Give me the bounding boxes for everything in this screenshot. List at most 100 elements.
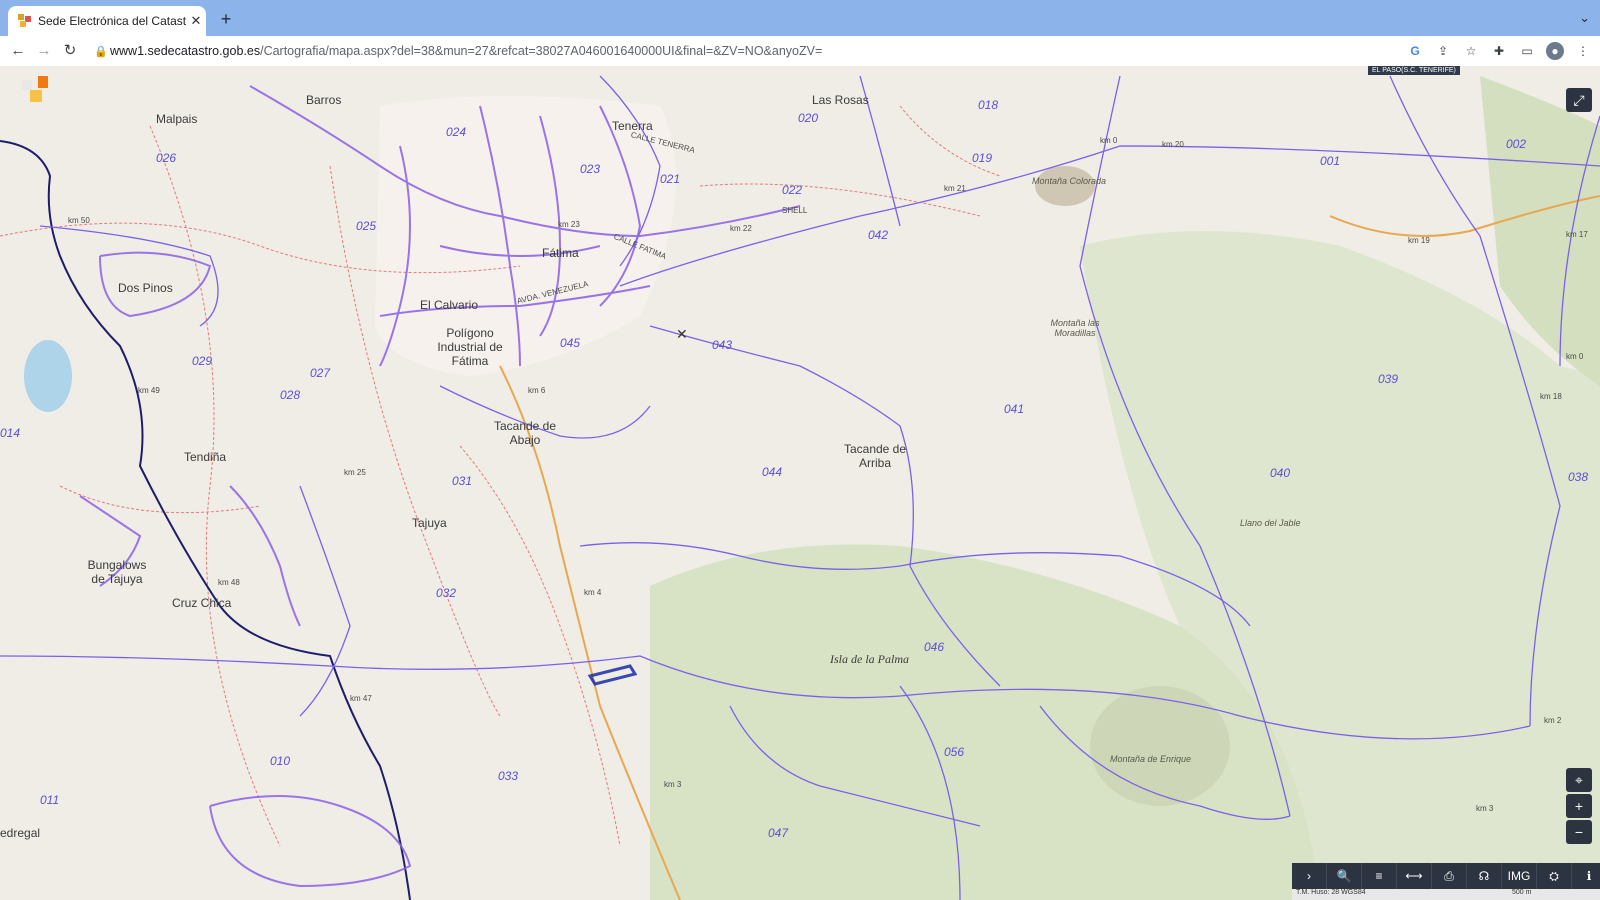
km-mark: km 25 bbox=[344, 468, 366, 477]
google-icon[interactable]: G bbox=[1406, 42, 1424, 60]
municipality-banner: EL PASO(S.C. TENERIFE) bbox=[1368, 66, 1460, 75]
place-name: Dos Pinos bbox=[118, 281, 173, 295]
km-mark: km 50 bbox=[68, 216, 90, 225]
parcel-number[interactable]: 025 bbox=[356, 219, 376, 233]
parcel-number[interactable]: 022 bbox=[782, 183, 802, 197]
layers-button[interactable]: ≡ bbox=[1362, 863, 1397, 889]
parcel-number[interactable]: 014 bbox=[0, 426, 20, 440]
projection-text: T.M. Huso: 28 WGS84 bbox=[1296, 889, 1366, 896]
place-name: Barros bbox=[306, 93, 342, 107]
info-button[interactable]: ℹ bbox=[1572, 863, 1600, 889]
extensions-puzzle-icon[interactable]: ✚ bbox=[1490, 42, 1508, 60]
parcel-number[interactable]: 044 bbox=[762, 465, 782, 479]
parcel-number[interactable]: 020 bbox=[798, 111, 818, 125]
expand-tools-button[interactable]: › bbox=[1292, 863, 1327, 889]
km-mark: km 3 bbox=[664, 780, 682, 789]
km-mark: km 0 bbox=[1100, 136, 1118, 145]
url-path: /Cartografia/mapa.aspx?del=38&mun=27&ref… bbox=[260, 44, 823, 58]
parcel-number[interactable]: 029 bbox=[192, 354, 212, 368]
parcel-number[interactable]: 023 bbox=[580, 162, 600, 176]
terrain-name: Montaña Colorada bbox=[1032, 176, 1107, 186]
parcel-number[interactable]: 028 bbox=[280, 388, 300, 402]
place-name: Tajuya bbox=[412, 516, 447, 530]
locate-button[interactable]: ⌖ bbox=[1566, 768, 1592, 792]
zoom-in-button[interactable]: + bbox=[1566, 794, 1592, 818]
place-name: Tacande de Arriba bbox=[843, 442, 907, 470]
parcel-number[interactable]: 040 bbox=[1270, 466, 1290, 480]
tab-title: Sede Electrónica del Catastro bbox=[38, 14, 186, 28]
parcel-number[interactable]: 045 bbox=[560, 336, 580, 350]
parcel-number[interactable]: 010 bbox=[270, 754, 290, 768]
place-name: Tacande de Abajo bbox=[493, 419, 557, 447]
parcel-number[interactable]: 042 bbox=[868, 228, 888, 242]
new-tab-button[interactable]: + bbox=[215, 8, 237, 30]
scale-text: 500 m bbox=[1512, 889, 1532, 896]
km-mark: km 20 bbox=[1162, 140, 1184, 149]
km-mark: km 6 bbox=[528, 386, 546, 395]
address-bar[interactable]: 🔒 www1.sedecatastro.gob.es/Cartografia/m… bbox=[92, 39, 1152, 63]
reload-button[interactable]: ↻ bbox=[60, 41, 80, 61]
parcel-number[interactable]: 019 bbox=[972, 151, 992, 165]
parcel-number[interactable]: 032 bbox=[436, 586, 456, 600]
parcel-number[interactable]: 038 bbox=[1568, 470, 1588, 484]
lock-icon: 🔒 bbox=[94, 45, 108, 58]
url-host: www1.sedecatastro.gob.es bbox=[110, 44, 261, 58]
zoom-out-button[interactable]: − bbox=[1566, 820, 1592, 844]
place-name: Malpais bbox=[156, 112, 198, 126]
side-panel-icon[interactable]: ▭ bbox=[1518, 42, 1536, 60]
parcel-number[interactable]: 011 bbox=[40, 793, 59, 807]
parcel-number[interactable]: 033 bbox=[498, 769, 518, 783]
parcel-number[interactable]: 043 bbox=[712, 338, 732, 352]
km-mark: km 3 bbox=[1476, 804, 1494, 813]
back-button[interactable]: ← bbox=[8, 41, 28, 61]
parcel-number[interactable]: 002 bbox=[1506, 137, 1526, 151]
share-icon[interactable]: ⇪ bbox=[1434, 42, 1452, 60]
place-name: edregal bbox=[0, 826, 41, 840]
settings-button[interactable]: ⛭ bbox=[1537, 863, 1572, 889]
browser-tab-bar: Sede Electrónica del Catastro ✕ + ⌄ bbox=[0, 0, 1600, 36]
fullscreen-button[interactable]: ⤢ bbox=[1566, 88, 1592, 112]
parcel-number[interactable]: 026 bbox=[156, 151, 176, 165]
km-mark: km 2 bbox=[1544, 716, 1562, 725]
bookmark-star-icon[interactable]: ☆ bbox=[1462, 42, 1480, 60]
tab-search-chevron-icon[interactable]: ⌄ bbox=[1579, 10, 1590, 26]
km-mark: km 0 bbox=[1566, 352, 1584, 361]
parcel-number[interactable]: 024 bbox=[446, 125, 466, 139]
km-mark: km 19 bbox=[1408, 236, 1430, 245]
street-name: SHELL bbox=[782, 206, 808, 215]
parcel-number[interactable]: 041 bbox=[1004, 402, 1024, 416]
place-name: Las Rosas bbox=[812, 93, 869, 107]
km-mark: km 21 bbox=[944, 184, 966, 193]
cadastral-map[interactable]: EL PASO(S.C. TENERIFE) Barros Malpais La… bbox=[0, 66, 1600, 900]
km-mark: km 47 bbox=[350, 694, 372, 703]
parcel-number[interactable]: 047 bbox=[768, 826, 788, 840]
image-button[interactable]: IMG bbox=[1502, 863, 1537, 889]
profile-avatar[interactable]: ● bbox=[1546, 42, 1564, 60]
tab-close-icon[interactable]: ✕ bbox=[186, 13, 206, 29]
scale-bar: T.M. Huso: 28 WGS84 500 m bbox=[1292, 889, 1600, 900]
browser-menu-icon[interactable]: ⋮ bbox=[1574, 42, 1592, 60]
coordinates-button[interactable]: ☊ bbox=[1467, 863, 1502, 889]
parcel-number[interactable]: 001 bbox=[1320, 154, 1340, 168]
parcel-number[interactable]: 046 bbox=[924, 640, 944, 654]
forward-button[interactable]: → bbox=[34, 41, 54, 61]
map-tools-bar: › 🔍 ≡ ⟷ ⎙ ☊ IMG ⛭ ℹ bbox=[1292, 863, 1600, 889]
browser-toolbar: ← → ↻ 🔒 www1.sedecatastro.gob.es/Cartogr… bbox=[0, 36, 1600, 67]
measure-button[interactable]: ⟷ bbox=[1397, 863, 1432, 889]
parcel-number[interactable]: 056 bbox=[944, 745, 964, 759]
place-name: Bungalows de Tajuya bbox=[87, 558, 147, 586]
parcel-number[interactable]: 031 bbox=[452, 474, 472, 488]
place-name: Cruz Chica bbox=[172, 596, 232, 610]
km-mark: km 48 bbox=[218, 578, 240, 587]
map-cursor-icon: ✕ bbox=[676, 326, 688, 342]
parcel-number[interactable]: 039 bbox=[1378, 372, 1398, 386]
parcel-number[interactable]: 027 bbox=[310, 366, 330, 380]
parcel-number[interactable]: 021 bbox=[660, 172, 680, 186]
terrain-name: Montaña las Moradillas bbox=[1050, 318, 1100, 338]
parcel-number[interactable]: 018 bbox=[978, 98, 998, 112]
catastro-logo bbox=[22, 76, 50, 110]
print-button[interactable]: ⎙ bbox=[1432, 863, 1467, 889]
search-tool-button[interactable]: 🔍 bbox=[1327, 863, 1362, 889]
km-mark: km 22 bbox=[730, 224, 752, 233]
browser-tab-active[interactable]: Sede Electrónica del Catastro ✕ bbox=[8, 6, 206, 36]
